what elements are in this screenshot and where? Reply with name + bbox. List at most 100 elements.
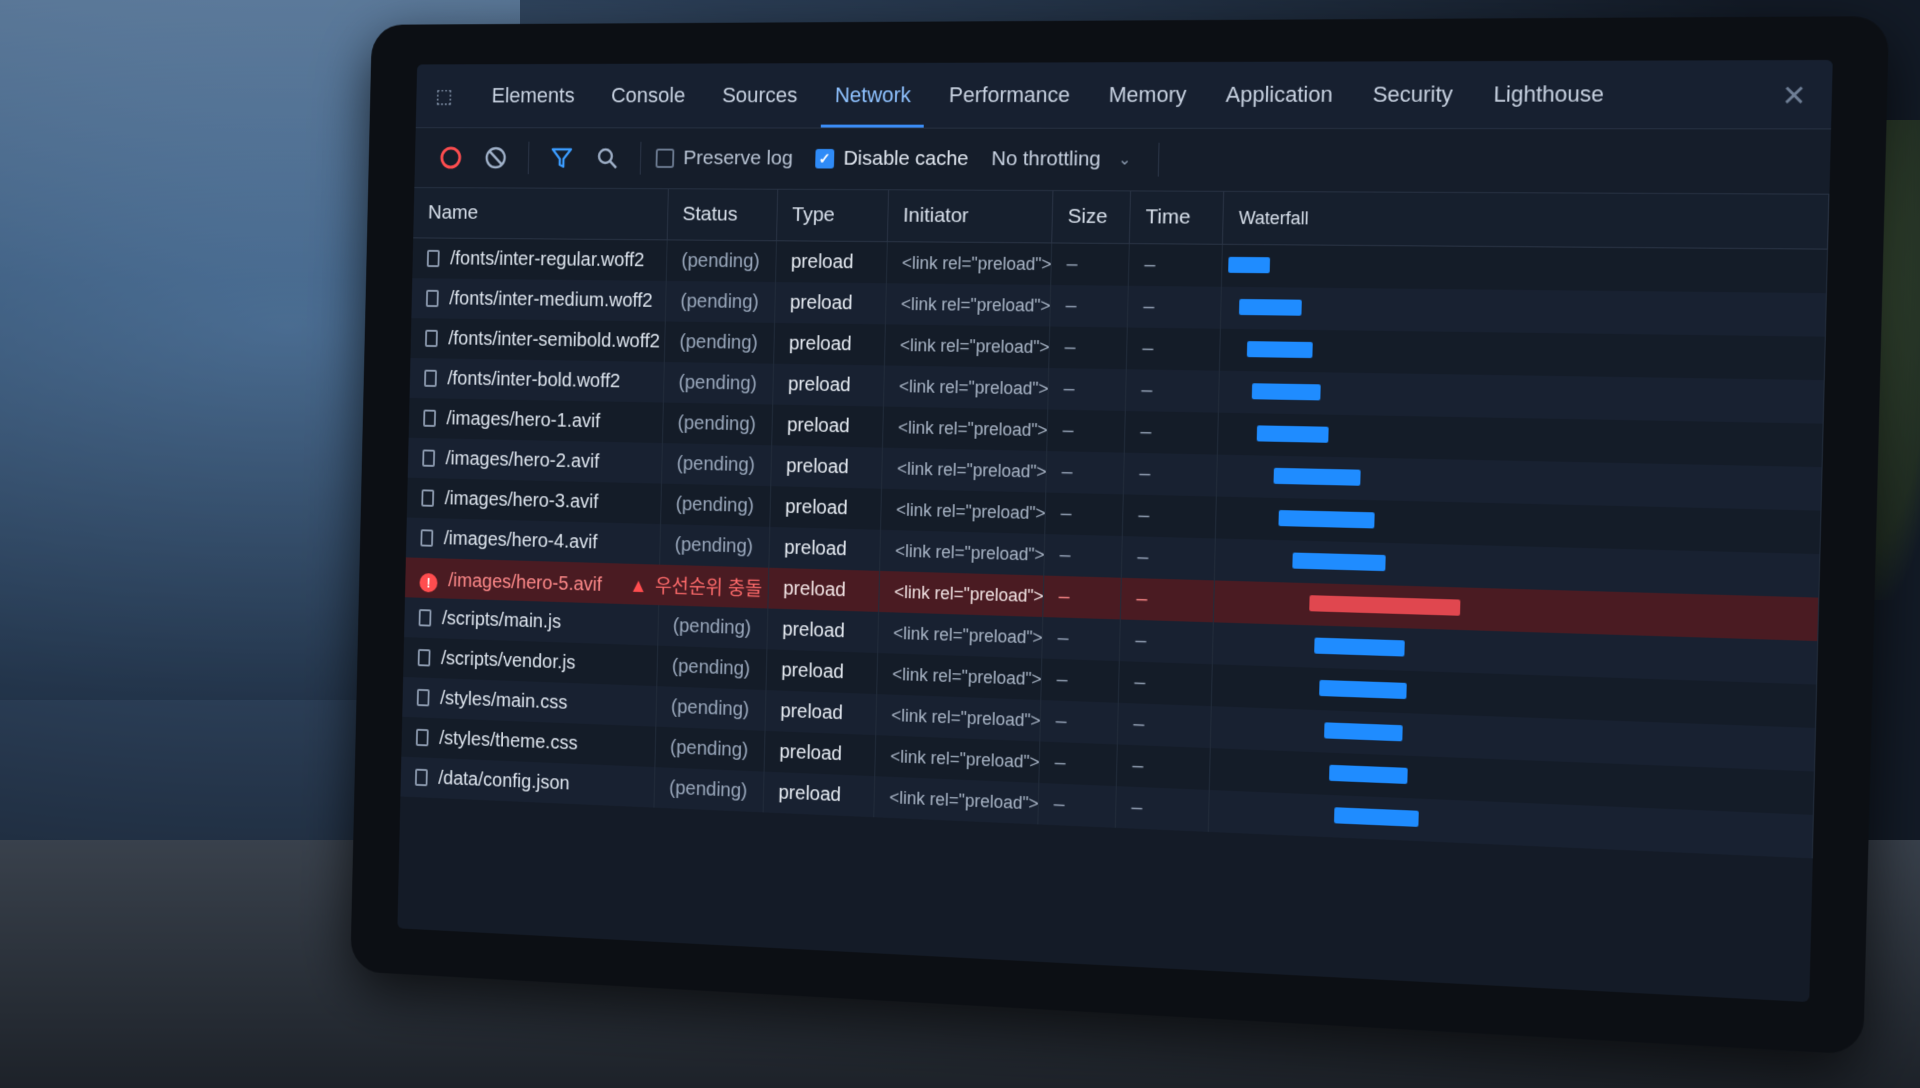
tab-application[interactable]: Application	[1205, 61, 1353, 127]
request-name-cell[interactable]: /images/hero-3.avif	[406, 477, 662, 525]
request-name-cell[interactable]: /fonts/inter-semibold.woff2	[410, 318, 665, 362]
disable-cache-checkbox[interactable]: ✓ Disable cache	[815, 147, 969, 171]
waterfall-bar	[1238, 298, 1302, 316]
request-name: /images/hero-5.avif	[447, 570, 603, 596]
file-icon	[416, 688, 430, 706]
request-type: preload	[765, 649, 878, 695]
request-type: preload	[767, 567, 880, 612]
file-icon	[421, 488, 435, 507]
request-time: –	[1123, 410, 1218, 455]
checkbox-unchecked[interactable]	[655, 148, 675, 168]
file-icon	[425, 289, 439, 307]
request-initiator: <link rel="preload">	[876, 652, 1042, 700]
devtools-panel: ⬚ Elements Console Sources Network Performan…	[397, 59, 1833, 1003]
request-time: –	[1119, 577, 1214, 623]
tab-security[interactable]: Security	[1352, 61, 1474, 128]
request-size: –	[1039, 699, 1118, 745]
request-name-cell[interactable]: /images/hero-2.avif	[407, 437, 662, 484]
filter-icon[interactable]	[543, 139, 580, 177]
waterfall-bar-error	[1308, 595, 1460, 616]
tab-memory[interactable]: Memory	[1089, 62, 1207, 128]
column-size[interactable]: Size	[1051, 191, 1131, 244]
request-initiator: <link rel="preload">	[884, 283, 1051, 327]
warning-icon: ▲	[629, 575, 648, 598]
request-size: –	[1037, 782, 1116, 828]
request-initiator: <link rel="preload">	[879, 529, 1045, 576]
request-type: preload	[775, 240, 887, 284]
request-name: /fonts/inter-medium.woff2	[449, 287, 653, 312]
request-time: –	[1114, 786, 1209, 832]
checkbox-checked[interactable]: ✓	[815, 148, 835, 169]
request-size: –	[1048, 326, 1127, 370]
request-status: (pending)	[659, 524, 770, 568]
file-icon	[426, 249, 440, 267]
request-name-cell[interactable]: /fonts/inter-bold.woff2	[409, 358, 664, 403]
search-icon[interactable]	[589, 139, 626, 178]
file-icon	[418, 608, 432, 627]
request-initiator: <link rel="preload">	[882, 406, 1048, 452]
waterfall-bar	[1251, 383, 1321, 401]
request-name-cell[interactable]: /images/hero-1.avif	[408, 397, 663, 444]
request-time: –	[1124, 369, 1219, 413]
waterfall-bar	[1313, 637, 1405, 657]
close-icon[interactable]: ✕	[1781, 79, 1807, 113]
waterfall-bar	[1318, 679, 1407, 700]
column-name[interactable]: Name	[413, 187, 668, 240]
inspect-element-icon[interactable]: ⬚	[432, 83, 456, 108]
toolbar-divider	[527, 141, 530, 175]
column-time[interactable]: Time	[1128, 191, 1224, 245]
file-icon	[423, 409, 437, 427]
tab-elements[interactable]: Elements	[473, 64, 594, 127]
request-type: preload	[769, 486, 882, 530]
request-type: preload	[768, 526, 881, 571]
priority-conflict-warning: ▲ 우선순위 충돌	[629, 575, 762, 600]
request-time: –	[1125, 327, 1220, 371]
waterfall-bar	[1256, 425, 1329, 443]
request-initiator: <link rel="preload">	[878, 570, 1044, 618]
request-name: /images/hero-4.avif	[443, 527, 598, 553]
request-status: (pending)	[656, 645, 767, 691]
throttling-select[interactable]: No throttling ⌄	[991, 147, 1143, 171]
preserve-log-checkbox[interactable]: Preserve log	[655, 147, 793, 171]
request-initiator: <link rel="preload">	[881, 447, 1047, 493]
request-name-cell[interactable]: /fonts/inter-regular.woff2	[412, 237, 667, 281]
waterfall-bar	[1328, 764, 1408, 784]
request-status: (pending)	[661, 402, 773, 446]
waterfall-bar	[1277, 510, 1375, 529]
tab-network[interactable]: Network	[815, 63, 930, 128]
request-size: –	[1041, 617, 1120, 662]
request-initiator: <link rel="preload">	[874, 735, 1040, 783]
clear-icon[interactable]	[477, 139, 514, 177]
toolbar-divider	[1158, 142, 1160, 177]
request-size: –	[1038, 741, 1117, 787]
chevron-down-icon: ⌄	[1117, 151, 1132, 169]
request-name: /data/config.json	[438, 767, 570, 794]
request-time: –	[1127, 243, 1222, 287]
request-time: –	[1126, 285, 1221, 329]
waterfall-bar	[1333, 807, 1419, 827]
file-icon	[420, 528, 434, 547]
request-type: preload	[764, 690, 877, 736]
record-icon[interactable]	[432, 139, 469, 177]
request-size: –	[1050, 242, 1129, 286]
request-name: /images/hero-3.avif	[444, 487, 599, 513]
column-initiator[interactable]: Initiator	[886, 190, 1053, 243]
request-name: /fonts/inter-regular.woff2	[450, 247, 645, 271]
request-name-cell[interactable]: /fonts/inter-medium.woff2	[411, 278, 666, 322]
request-status: (pending)	[661, 443, 772, 487]
request-size: –	[1043, 534, 1122, 578]
request-initiator: <link rel="preload">	[885, 241, 1052, 285]
throttling-value: No throttling	[991, 147, 1101, 171]
column-type[interactable]: Type	[776, 189, 889, 242]
tab-lighthouse[interactable]: Lighthouse	[1472, 61, 1625, 129]
file-icon	[415, 728, 429, 746]
column-status[interactable]: Status	[666, 189, 778, 241]
tab-console[interactable]: Console	[592, 64, 704, 128]
tab-sources[interactable]: Sources	[703, 63, 817, 127]
request-time: –	[1117, 661, 1212, 707]
waterfall-bar	[1323, 722, 1403, 742]
laptop: ⬚ Elements Console Sources Network Performan…	[350, 16, 1890, 1055]
request-status: (pending)	[657, 605, 768, 650]
tab-performance[interactable]: Performance	[929, 62, 1090, 127]
column-waterfall[interactable]: Waterfall	[1221, 191, 1829, 250]
